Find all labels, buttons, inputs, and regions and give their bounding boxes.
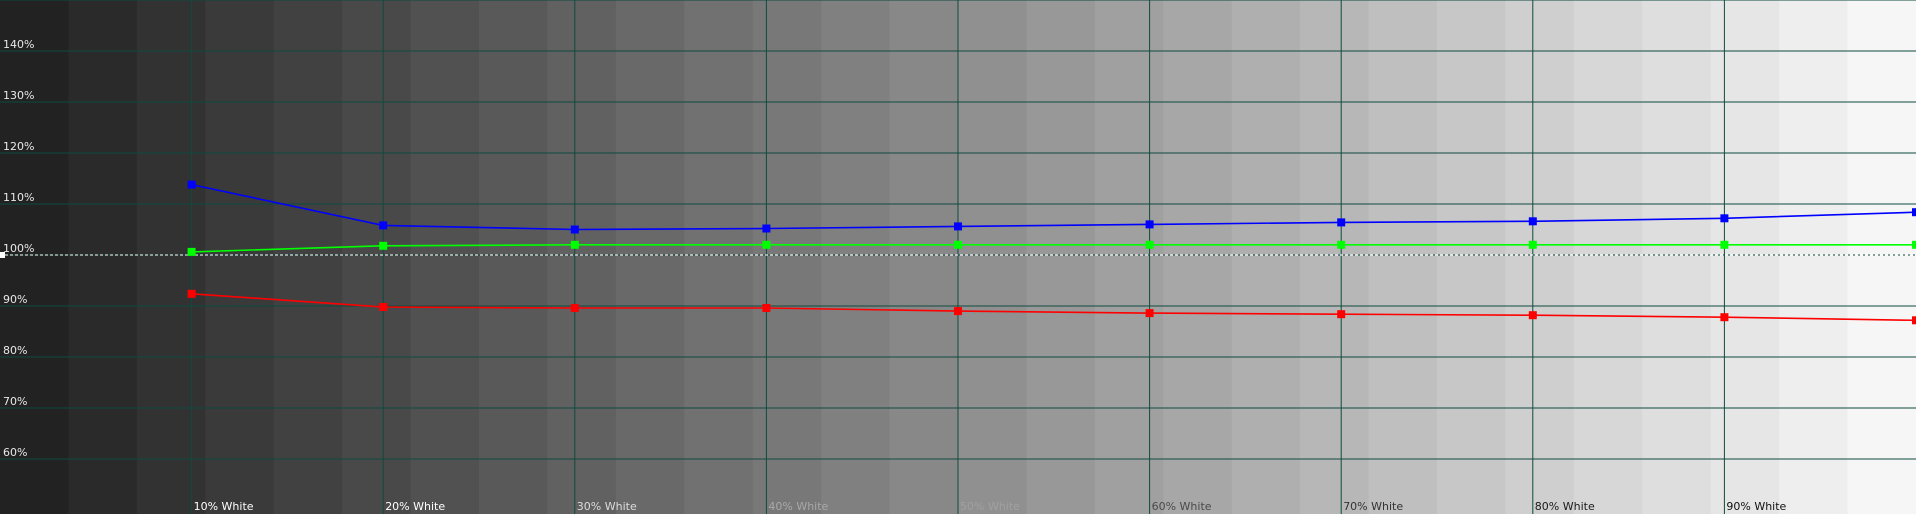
background-band	[410, 0, 480, 514]
background-band	[1163, 0, 1233, 514]
data-point-green	[1528, 240, 1537, 249]
background-band	[1231, 0, 1301, 514]
x-tick-label: 70% White	[1343, 500, 1403, 513]
background-band	[1847, 0, 1916, 514]
background-band	[889, 0, 959, 514]
background-band	[752, 0, 822, 514]
y-tick-label: 130%	[3, 89, 34, 102]
y-tick-label: 90%	[3, 293, 27, 306]
x-tick-label: 60% White	[1152, 500, 1212, 513]
background-band	[615, 0, 685, 514]
background-band	[1437, 0, 1507, 514]
data-point-green	[954, 240, 962, 249]
data-point-red	[1912, 316, 1916, 325]
data-point-green	[187, 247, 196, 256]
y-tick-label: 70%	[3, 395, 27, 408]
data-point-red	[187, 289, 196, 298]
x-tick-label: 50% White	[960, 500, 1020, 513]
data-point-blue	[570, 225, 579, 234]
background-band	[547, 0, 617, 514]
data-point-red	[954, 307, 962, 316]
background-band	[958, 0, 1028, 514]
data-point-green	[570, 240, 579, 249]
data-point-blue	[1720, 214, 1729, 223]
background-band	[342, 0, 412, 514]
data-point-blue	[762, 224, 771, 233]
background-band	[1368, 0, 1438, 514]
data-point-blue	[379, 221, 388, 230]
x-tick-label: 40% White	[768, 500, 828, 513]
background-band	[273, 0, 343, 514]
background-band	[1710, 0, 1780, 514]
background-band	[1779, 0, 1849, 514]
background-band	[205, 0, 275, 514]
data-point-green	[379, 241, 388, 250]
background-band	[1300, 0, 1370, 514]
background-band	[684, 0, 754, 514]
data-point-green	[762, 240, 771, 249]
x-axis-tick-labels: 10% White 20% White 30% White 40% White 50% …	[194, 500, 1787, 513]
data-point-blue	[1337, 218, 1346, 227]
data-point-red	[1145, 309, 1154, 318]
data-point-blue	[1528, 217, 1537, 226]
data-point-blue	[1145, 220, 1154, 229]
background-band	[1505, 0, 1575, 514]
background-band	[1094, 0, 1164, 514]
data-point-green	[1337, 240, 1346, 249]
background-band	[136, 0, 206, 514]
data-point-green	[1145, 240, 1154, 249]
x-tick-label: 20% White	[385, 500, 445, 513]
background-band	[1642, 0, 1712, 514]
background-band	[479, 0, 549, 514]
background-band	[821, 0, 891, 514]
chart-svg: 60% 70% 80% 90% 100% 110% 120% 130% 140% 10% Whi…	[0, 0, 1916, 514]
data-point-red	[570, 304, 579, 312]
data-point-red	[1337, 310, 1346, 319]
data-point-red	[1528, 311, 1537, 320]
data-point-blue	[954, 222, 962, 231]
y-tick-label: 60%	[3, 446, 27, 459]
x-tick-label: 90% White	[1726, 500, 1786, 513]
background-band	[1573, 0, 1643, 514]
data-point-green	[1912, 240, 1916, 249]
data-point-blue	[1912, 208, 1916, 217]
y-tick-label: 120%	[3, 140, 34, 153]
rgb-balance-chart: 60% 70% 80% 90% 100% 110% 120% 130% 140% 10% Whi…	[0, 0, 1916, 514]
x-tick-label: 10% White	[194, 500, 254, 513]
y-tick-label: 140%	[3, 38, 34, 51]
data-point-red	[762, 304, 771, 312]
data-point-red	[379, 303, 388, 311]
data-point-green	[1720, 240, 1729, 249]
background-band	[68, 0, 138, 514]
background-band	[1026, 0, 1096, 514]
data-point-red	[1720, 313, 1729, 322]
y-tick-label: 110%	[3, 191, 34, 204]
x-tick-label: 30% White	[577, 500, 637, 513]
background-band	[0, 0, 70, 514]
data-point-blue	[187, 180, 196, 189]
y-tick-label: 80%	[3, 344, 27, 357]
y-tick-label: 100%	[3, 242, 34, 255]
x-tick-label: 80% White	[1535, 500, 1595, 513]
